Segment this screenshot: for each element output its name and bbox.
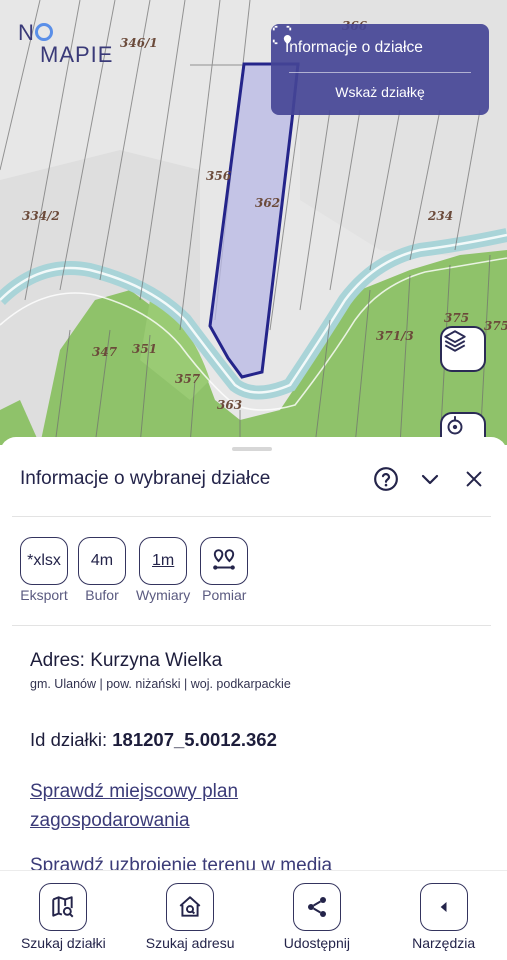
parcel-label: 346/1 xyxy=(120,36,158,50)
collapse-button[interactable] xyxy=(415,464,445,494)
zoning-plan-link[interactable]: Sprawdź miejscowy plan zagospodarowania xyxy=(30,777,370,835)
tools-row: *xlsx Eksport 4m Bufor 1m Wymiary Pomiar xyxy=(20,537,258,603)
close-icon xyxy=(466,471,482,487)
nav-label: Udostępnij xyxy=(283,935,350,951)
parcel-label: 375 xyxy=(484,319,507,333)
parcel-label: 371/3 xyxy=(376,329,414,343)
parcel-info-overlay: Informacje o działce Wskaż działkę xyxy=(271,24,489,115)
parcel-info-label: Informacje o działce xyxy=(285,39,423,56)
search-address-button[interactable] xyxy=(166,883,215,931)
export-label: Eksport xyxy=(20,587,68,603)
nav-label: Narzędzia xyxy=(412,935,476,951)
parcel-label: 351 xyxy=(132,342,157,356)
chevron-down-icon xyxy=(421,474,439,485)
point-parcel-button[interactable]: Wskaż działkę xyxy=(271,73,489,100)
address-title: Adres: Kurzyna Wielka xyxy=(30,650,223,671)
parcel-id: Id działki: 181207_5.0012.362 xyxy=(30,729,277,751)
nav-label: Szukaj adresu xyxy=(145,935,235,951)
parcel-label: 347 xyxy=(92,345,118,359)
caret-left-icon xyxy=(440,902,447,912)
nav-share[interactable]: Udostępnij xyxy=(254,871,380,960)
search-parcel-button[interactable] xyxy=(39,883,88,931)
tools-button[interactable] xyxy=(419,883,468,931)
nav-search-parcel[interactable]: Szukaj działki xyxy=(0,871,126,960)
divider xyxy=(12,625,491,626)
share-icon xyxy=(307,897,326,917)
address-subtitle: gm. Ulanów | pow. niżański | woj. podkar… xyxy=(30,677,291,691)
panel-header: Informacje o wybranej działce xyxy=(20,464,489,494)
buffer-button[interactable]: 4m xyxy=(78,537,126,585)
home-search-icon xyxy=(179,896,201,917)
parcel-label: 363 xyxy=(217,398,242,412)
parcel-id-value: 181207_5.0012.362 xyxy=(112,729,277,750)
measure-button[interactable] xyxy=(200,537,249,585)
help-button[interactable] xyxy=(371,464,401,494)
parcel-label: 362 xyxy=(255,196,280,210)
map-view[interactable]: 346/1 366 356 362 334/2 234 347 351 357 … xyxy=(0,0,507,445)
dimensions-value: 1m xyxy=(152,552,175,569)
select-area-icon xyxy=(272,25,292,45)
close-button[interactable] xyxy=(459,464,489,494)
measure-tool[interactable]: Pomiar xyxy=(200,537,249,603)
bottom-navigation: Szukaj działki Szukaj adresu Udostępnij xyxy=(0,870,507,960)
measure-pins-icon xyxy=(213,549,236,570)
layers-icon xyxy=(444,330,466,352)
parcel-label: 356 xyxy=(206,169,232,183)
drag-handle[interactable] xyxy=(232,447,272,451)
nav-search-address[interactable]: Szukaj adresu xyxy=(127,871,253,960)
parcel-label: 334/2 xyxy=(22,209,60,223)
dimensions-button[interactable]: 1m xyxy=(139,537,188,585)
parcel-label: 375 xyxy=(444,311,469,325)
layers-button[interactable] xyxy=(440,326,486,372)
parcel-id-label: Id działki: xyxy=(30,729,113,750)
parcel-info-button[interactable]: Informacje o działce xyxy=(271,24,489,72)
parcel-label: 234 xyxy=(427,209,453,223)
app-logo: N MAPIE xyxy=(18,20,114,67)
share-button[interactable] xyxy=(292,883,341,931)
export-button[interactable]: *xlsx xyxy=(20,537,68,585)
export-tool[interactable]: *xlsx Eksport xyxy=(20,537,68,603)
buffer-label: Bufor xyxy=(85,587,119,603)
parcel-label: 357 xyxy=(175,372,201,386)
dimensions-label: Wymiary xyxy=(136,587,191,603)
buffer-tool[interactable]: 4m Bufor xyxy=(78,537,126,603)
nav-label: Szukaj działki xyxy=(20,935,106,951)
divider xyxy=(12,516,491,517)
map-search-icon xyxy=(52,896,74,918)
nav-tools[interactable]: Narzędzia xyxy=(381,871,507,960)
panel-title: Informacje o wybranej działce xyxy=(20,468,271,489)
help-icon xyxy=(374,467,398,491)
measure-label: Pomiar xyxy=(202,587,247,603)
dimensions-tool[interactable]: 1m Wymiary xyxy=(136,537,190,603)
